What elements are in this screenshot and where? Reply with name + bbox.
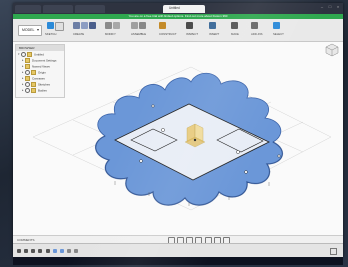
tree-node-canvases[interactable]: ▸ Canvases [22,76,45,81]
visibility-icon[interactable] [25,70,30,75]
tree-node-origin[interactable]: ▸ Origin [22,70,46,75]
origin-point[interactable] [193,138,197,142]
press-pull-icon [105,22,112,29]
visibility-icon[interactable] [25,82,30,87]
scripts-icon [251,22,258,29]
visibility-icon[interactable] [21,52,26,57]
browser-title: BROWSER [16,45,64,51]
toolbar-group-insert[interactable]: INSERT [209,21,229,39]
folder-icon [31,82,36,87]
tree-node-named-views[interactable]: ▸ Named Views [22,64,50,69]
fusion-360-window: Untitled – □ × You are on a free trial w… [13,3,343,257]
tree-node-sketches[interactable]: ▸ Sketches [22,82,50,87]
tree-node-bodies[interactable]: ▸ Bodies [22,88,47,93]
toolbar-group-make[interactable]: MAKE [231,21,249,39]
timeline-settings-icon[interactable] [330,248,337,255]
extrude-icon [73,22,80,29]
comments-label[interactable]: COMMENTS [17,238,35,242]
toolbar-group-inspect[interactable]: INSPECT [186,21,206,39]
workspace-label: MODEL [22,28,35,32]
tab-untitled[interactable]: Untitled [163,5,205,13]
close-icon[interactable]: × [335,4,341,10]
toolbar-group-select[interactable]: SELECT [273,21,291,39]
sketch-icon [47,22,54,29]
rewind-icon[interactable] [17,249,21,253]
origin-planes[interactable] [184,123,206,148]
tree-node-root[interactable]: ▾ Untitled [18,52,44,57]
select-arrow-icon [273,22,280,29]
timeline-feature-extrude[interactable] [74,249,78,253]
timeline-feature-extrude[interactable] [66,249,71,253]
tab-1[interactable] [15,5,41,13]
toolbar-group-assemble[interactable]: ASSEMBLE [131,21,155,39]
os-taskbar [13,257,343,265]
fillet-icon [113,22,120,29]
browser-panel[interactable]: BROWSER ▾ Untitled ▸ Document Settings ▸ Na… [15,44,65,98]
toolbar-group-sketch[interactable]: SKETCH [45,21,65,39]
offset-plane-icon [159,22,166,29]
insert-icon [209,22,216,29]
box-icon [89,22,96,29]
main-toolbar: MODEL ▾ SKETCH CREATE MODIFY ASSEMBLE CO… [13,19,343,42]
tree-node-document-settings[interactable]: ▸ Document Settings [22,58,56,63]
stop-sketch-icon [55,22,64,31]
settings-icon [25,58,30,63]
tab-3[interactable] [75,5,105,13]
title-bar: Untitled – □ × [13,3,343,14]
tab-2[interactable] [43,5,73,13]
workspace-selector[interactable]: MODEL ▾ [18,25,42,36]
minimize-icon[interactable]: – [319,4,325,10]
timeline [13,243,343,257]
folder-icon [25,64,30,69]
toolbar-group-add-ins[interactable]: ADD-INS [251,21,271,39]
step-forward-icon[interactable] [38,249,43,253]
chevron-down-icon: ▾ [36,27,39,32]
document-icon [27,52,32,57]
toolbar-group-modify[interactable]: MODIFY [105,21,129,39]
new-component-icon [131,22,138,29]
timeline-feature-sketch[interactable] [59,249,64,253]
toolbar-group-construct[interactable]: CONSTRUCT [159,21,183,39]
revolve-icon [81,22,88,29]
step-back-icon[interactable] [24,249,29,253]
folder-icon [25,76,30,81]
3d-print-icon [231,22,238,29]
fast-forward-icon[interactable] [45,249,50,253]
folder-icon [31,70,36,75]
visibility-icon[interactable] [25,88,30,93]
measure-icon [186,22,193,29]
toolbar-group-create[interactable]: CREATE [73,21,101,39]
viewcube-icon[interactable] [325,43,339,57]
play-icon[interactable] [31,249,36,253]
timeline-feature-sketch[interactable] [52,249,57,253]
joint-icon [139,22,146,29]
maximize-icon[interactable]: □ [327,4,333,10]
folder-icon [31,88,36,93]
